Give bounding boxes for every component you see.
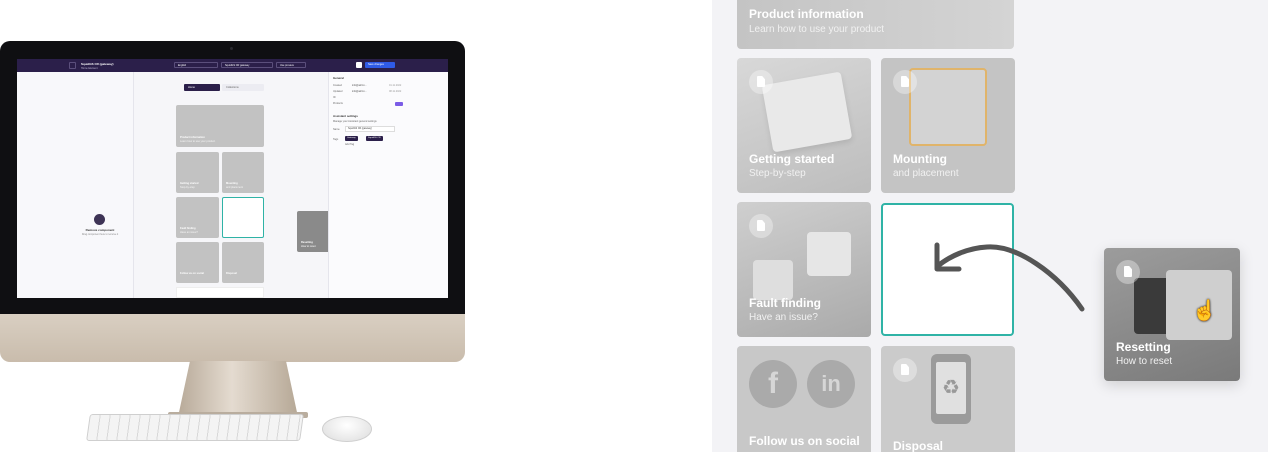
card-subtitle: and placement [893, 168, 959, 179]
app-top-bar: SquidGS CR (gateway) Home Element Englis… [17, 59, 448, 72]
hand-pointer-icon: ☝ [1192, 300, 1217, 322]
card-fault-finding[interactable]: Fault finding Have an issue? [737, 202, 871, 337]
tile-title: Getting started [180, 182, 199, 185]
document-icon [893, 70, 917, 94]
language-select[interactable]: English [174, 62, 218, 68]
tags-label: Tags [333, 138, 339, 141]
notification-icon[interactable] [356, 62, 362, 68]
webcam-dot [230, 47, 233, 50]
name-input[interactable]: SquidGS CR (gateway) [345, 126, 395, 132]
recycle-icon: ♻ [936, 362, 966, 414]
card-title: Getting started [749, 152, 835, 166]
card-title: Resetting [1116, 340, 1171, 354]
updated-label: Updated [333, 90, 343, 93]
created-date: 01.11.2022 [389, 84, 402, 87]
card-getting-started[interactable]: Getting started Step-by-step [737, 58, 871, 193]
card-title: Disposal [893, 439, 944, 452]
trash-icon [94, 214, 105, 225]
id-label: ID [333, 96, 336, 99]
card-subtitle: Have an issue? [749, 312, 818, 323]
tile-title: Mounting [226, 182, 238, 185]
back-icon[interactable] [69, 62, 76, 69]
tile-title: Follow us on social [180, 272, 204, 275]
remove-component-title: Remove component [85, 228, 115, 232]
tile-disposal[interactable]: Disposal [222, 242, 264, 283]
document-icon [749, 214, 773, 238]
dragged-card-resetting[interactable]: ☝ Resetting How to reset [1104, 248, 1240, 381]
tile-title: Product information [180, 136, 205, 139]
zoomed-canvas: Product information Learn how to use you… [712, 0, 1268, 452]
drag-arrow-icon [934, 242, 1085, 312]
updated-value: info@airinn... [352, 90, 367, 93]
monitor-screen: SquidGS CR (gateway) Home Element Englis… [17, 59, 448, 298]
card-subtitle: Step-by-step [749, 168, 806, 179]
add-tag-button[interactable]: Add Tag [345, 143, 354, 146]
tab-home[interactable]: Home [184, 84, 220, 91]
card-subtitle: How to reset [1116, 356, 1173, 367]
card-disposal[interactable]: ♻ Disposal [881, 346, 1015, 452]
tab-collections[interactable]: Collections [222, 84, 264, 91]
tile-product-information[interactable]: Product information Learn how to use you… [176, 105, 264, 147]
bulb-block-image [753, 260, 793, 300]
phone-recycle-image: ♻ [931, 354, 971, 424]
card-follow-social[interactable]: f in Follow us on social [737, 346, 871, 452]
remove-component-pane[interactable]: Remove component Drag component here to … [17, 72, 134, 298]
tile-fault-finding[interactable]: Fault finding Have an issue? [176, 197, 219, 238]
tile-title: Fault finding [180, 227, 196, 230]
tile-follow-social[interactable]: Follow us on social [176, 242, 219, 283]
app-title: SquidGS CR (gateway) [81, 62, 114, 66]
products-badge[interactable] [395, 102, 403, 106]
tile-title: Resetting [301, 241, 313, 244]
card-subtitle: Learn how to use your product [749, 24, 885, 35]
app-subtitle: Home Element [81, 66, 98, 70]
tag-squidgs[interactable]: SquidGS CR [366, 136, 383, 141]
remove-component-hint: Drag component here to remove it [81, 233, 119, 236]
tile-subtitle: Learn how to use your product [180, 140, 216, 143]
card-title: Mounting [893, 152, 947, 166]
gears-block-image [807, 232, 851, 276]
document-icon [893, 358, 917, 382]
assistant-settings-heading: Assistant settings [333, 114, 358, 118]
facebook-icon: f [749, 360, 797, 408]
tile-subtitle: Have an issue? [180, 231, 198, 234]
document-icon [749, 70, 773, 94]
document-icon [1116, 260, 1140, 284]
updated-date: 08.11.2022 [389, 90, 402, 93]
tile-subtitle: How to reset [301, 245, 316, 248]
keyboard [86, 414, 304, 441]
mounting-device-image [909, 68, 987, 146]
card-title: Follow us on social [749, 434, 860, 448]
tile-title: Disposal [226, 272, 237, 275]
tile-subtitle: and placement [226, 186, 244, 189]
monitor-chin [0, 314, 465, 362]
created-label: Created [333, 84, 342, 87]
monitor-stand [178, 361, 298, 417]
card-title: Fault finding [749, 296, 821, 310]
preview-button[interactable]: Use preview [276, 62, 306, 68]
tile-mounting[interactable]: Mounting and placement [222, 152, 264, 193]
assistant-settings-hint: Manage your Assistant general settings [333, 120, 377, 123]
settings-pane: General Created info@airinn... 01.11.202… [328, 72, 448, 298]
card-mounting[interactable]: Mounting and placement [881, 58, 1015, 193]
name-label: Name [333, 128, 340, 131]
device-select[interactable]: SquidGS CR gateway [221, 62, 273, 68]
tile-getting-started[interactable]: Getting started Step-by-step [176, 152, 219, 193]
tile-partner-logos[interactable] [176, 287, 264, 298]
general-heading: General [333, 76, 344, 80]
gateway-device-image [761, 71, 853, 153]
save-button[interactable]: Save changes [365, 62, 395, 68]
tag-gateway[interactable]: Gateway [345, 136, 358, 141]
card-product-information[interactable]: Product information Learn how to use you… [737, 0, 1014, 49]
linkedin-icon: in [807, 360, 855, 408]
products-label: Products [333, 102, 343, 105]
tile-subtitle: Step-by-step [180, 186, 195, 189]
tile-drop-target[interactable] [222, 197, 264, 238]
created-value: info@airinn... [352, 84, 367, 87]
mouse [322, 416, 372, 442]
card-title: Product information [749, 7, 864, 21]
